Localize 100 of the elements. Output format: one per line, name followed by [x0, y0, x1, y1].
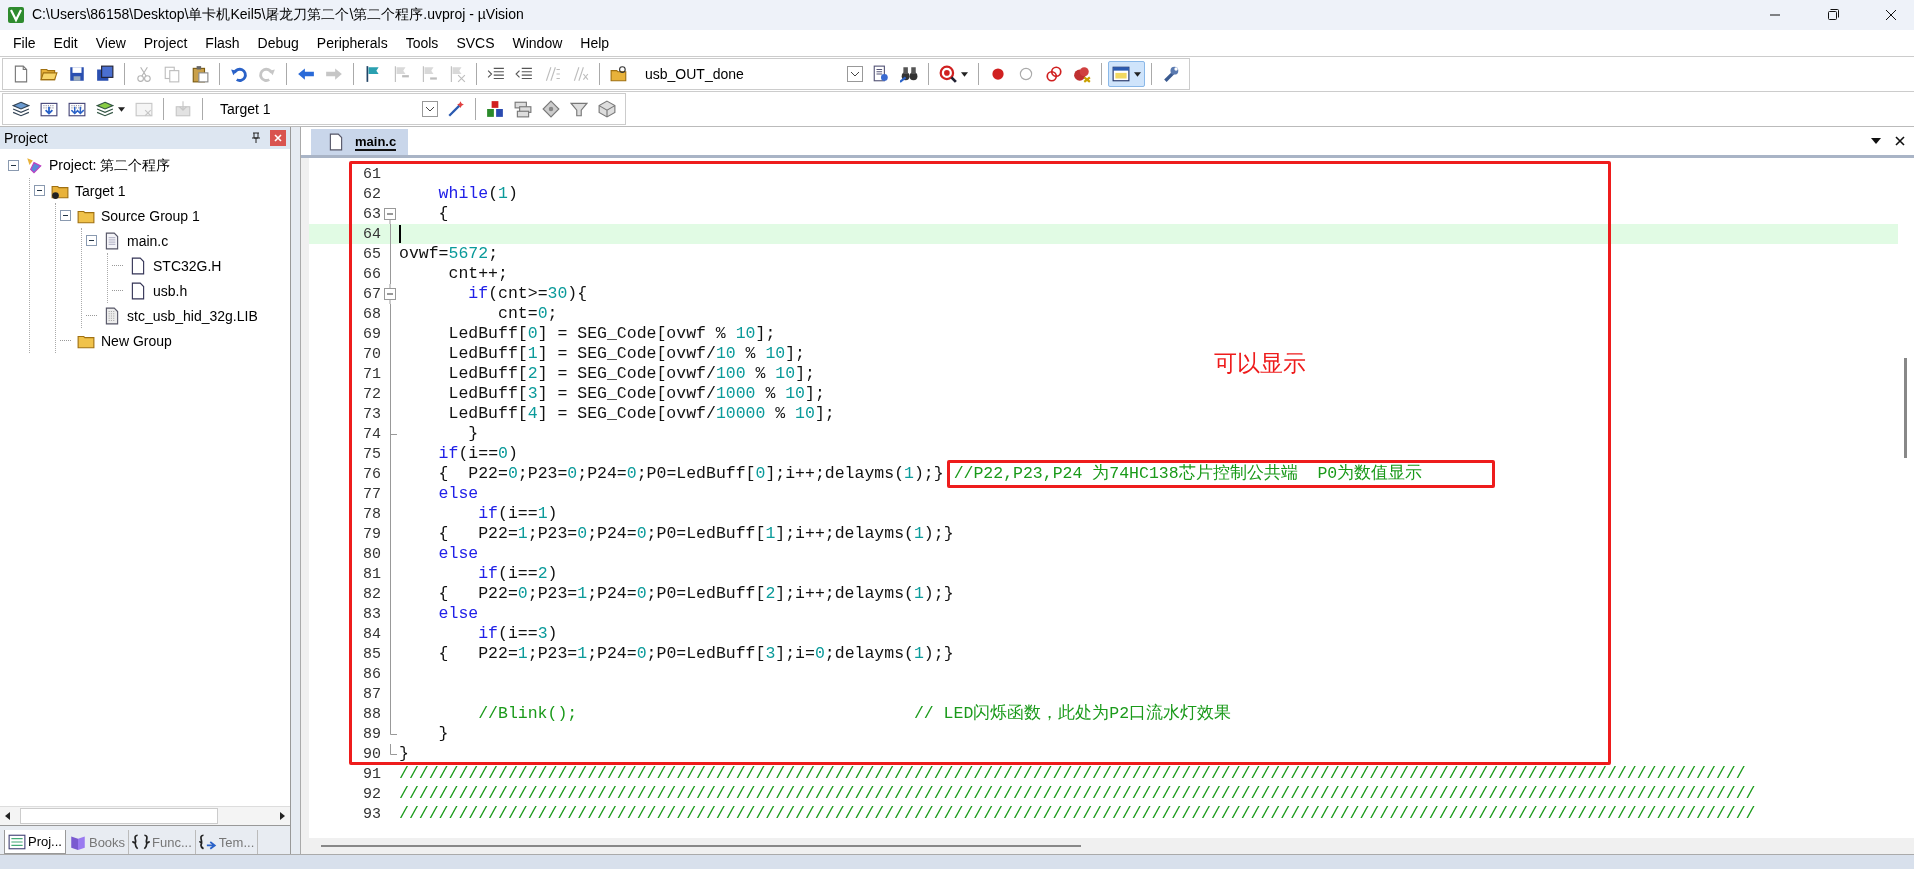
- code-line: LedBuff[2] = SEG_Code[ovwf/100 % 10];: [447, 364, 815, 384]
- horizontal-scrollbar[interactable]: [301, 838, 1914, 854]
- code-line: }: [399, 744, 409, 764]
- dropdown-field[interactable]: Target 1: [212, 98, 438, 120]
- page-icon: [129, 256, 147, 275]
- code-line: if(i==3): [477, 624, 558, 644]
- build-icon: [40, 100, 58, 118]
- tree-item[interactable]: Target 1: [75, 182, 126, 199]
- code-comment: //P22,P23,P24 为74HC138芯片控制公共端 P0为数值显示: [953, 464, 1423, 484]
- menu-item[interactable]: Tools: [396, 33, 448, 53]
- menu-item[interactable]: SVCS: [447, 33, 504, 53]
- breakpoint-icon: [989, 65, 1007, 83]
- close-icon[interactable]: [1894, 135, 1906, 147]
- pin-icon[interactable]: [250, 132, 262, 144]
- menu-item[interactable]: File: [4, 33, 45, 53]
- menu-item[interactable]: View: [86, 33, 135, 53]
- line-number: 93: [362, 805, 381, 823]
- save-icon: [68, 65, 86, 83]
- scroll-thumb[interactable]: [20, 808, 218, 824]
- undo-icon: [230, 65, 248, 83]
- line-number: 84: [362, 625, 381, 643]
- tree-item[interactable]: usb.h: [153, 282, 188, 299]
- line-number: 73: [362, 405, 381, 423]
- line-number: 90: [362, 745, 381, 763]
- line-number: 85: [362, 645, 381, 663]
- uncomment-icon: [571, 65, 589, 83]
- copy-icon: [163, 65, 181, 83]
- rebuild-icon: [68, 100, 86, 118]
- caret-icon: [1134, 71, 1141, 77]
- line-number: 77: [362, 485, 381, 503]
- code-line: else: [437, 604, 479, 624]
- code-line: if(cnt>=30){: [467, 284, 588, 304]
- line-number: 69: [362, 325, 381, 343]
- code-line: if(i==2): [477, 564, 558, 584]
- code-line: LedBuff[1] = SEG_Code[ovwf/10 % 10];: [447, 344, 806, 364]
- tree-item[interactable]: Project: 第二个程序: [49, 156, 171, 175]
- code-comment: /////////////////////////////////////////////////////////////////////////////////////////////////////////////////////////////////////////: [399, 804, 1756, 824]
- line-number: 63: [362, 205, 381, 223]
- menu-item[interactable]: Help: [571, 33, 619, 53]
- menu-item[interactable]: Peripherals: [307, 33, 397, 53]
- file-tab[interactable]: main.c: [311, 129, 409, 155]
- library-file-icon: [103, 306, 121, 325]
- line-number: 80: [362, 545, 381, 563]
- line-number: 65: [362, 245, 381, 263]
- magic-wand-icon: [447, 100, 465, 118]
- scissors-icon: [135, 65, 153, 83]
- panel-tab[interactable]: Proj...: [4, 830, 66, 854]
- code-line: { P22=1;P23=0;P24=0;P0=LedBuff[1];i++;delayms(1);}: [437, 524, 954, 544]
- stop-icon: [135, 100, 153, 118]
- braces-icon: [132, 833, 151, 851]
- project-icon: [25, 156, 43, 175]
- fold-marker-icon[interactable]: [381, 284, 399, 304]
- code-line: else: [437, 484, 479, 504]
- collapse-icon[interactable]: [8, 160, 19, 171]
- line-number: 86: [362, 665, 381, 683]
- paste-icon: [191, 65, 209, 83]
- menu-item[interactable]: Edit: [44, 33, 87, 53]
- project-window-icon: [8, 832, 26, 851]
- line-number: 81: [362, 565, 381, 583]
- tree-item[interactable]: Source Group 1: [101, 207, 200, 224]
- code-line: { P22=1;P23=1;P24=0;P0=LedBuff[3];i=0;delayms(1);}: [437, 644, 954, 664]
- code-comment: /////////////////////////////////////////////////////////////////////////////////////////////////////////////////////////////////////////: [399, 784, 1756, 804]
- comment-icon: [543, 65, 561, 83]
- code-line: if(i==0): [437, 444, 518, 464]
- tree-item[interactable]: stc_usb_hid_32g.LIB: [127, 307, 258, 324]
- menu-item[interactable]: Debug: [248, 33, 308, 53]
- menu-item[interactable]: Window: [503, 33, 572, 53]
- collapse-icon[interactable]: [34, 185, 45, 196]
- line-number: 68: [362, 305, 381, 323]
- menu-item[interactable]: Project: [134, 33, 197, 53]
- tree-item[interactable]: main.c: [127, 232, 169, 249]
- code-line: while(1): [437, 184, 518, 204]
- line-number: 72: [362, 385, 381, 403]
- line-number: 61: [362, 165, 381, 183]
- line-number: 64: [362, 225, 381, 243]
- dropdown-field[interactable]: usb_OUT_done: [637, 63, 863, 85]
- collapse-icon[interactable]: [86, 235, 97, 246]
- folder-search-icon: [610, 65, 628, 83]
- scroll-thumb[interactable]: [1904, 358, 1907, 458]
- code-line: if(i==1): [477, 504, 558, 524]
- code-line: else: [437, 544, 479, 564]
- books-icon: [68, 833, 87, 851]
- rings-icon: [1045, 65, 1063, 83]
- line-number: 91: [362, 765, 381, 783]
- window-icon: [1112, 65, 1130, 83]
- scroll-thumb[interactable]: [321, 845, 1081, 847]
- line-number: 76: [362, 465, 381, 483]
- code-line: ovwf=5672;: [399, 244, 499, 264]
- line-number: 79: [362, 525, 381, 543]
- tree-item[interactable]: New Group: [101, 332, 172, 349]
- caret-icon: [961, 71, 968, 77]
- menu-item[interactable]: Flash: [196, 33, 249, 53]
- toolbar-button[interactable]: [1108, 61, 1145, 87]
- dot-cross-icon: [1073, 65, 1091, 83]
- code-line: }: [467, 424, 479, 444]
- collapse-icon[interactable]: [60, 210, 71, 221]
- vertical-scrollbar[interactable]: [1898, 158, 1914, 838]
- line-number: 70: [362, 345, 381, 363]
- template-icon: [198, 833, 217, 851]
- tree-item[interactable]: STC32G.H: [153, 257, 222, 274]
